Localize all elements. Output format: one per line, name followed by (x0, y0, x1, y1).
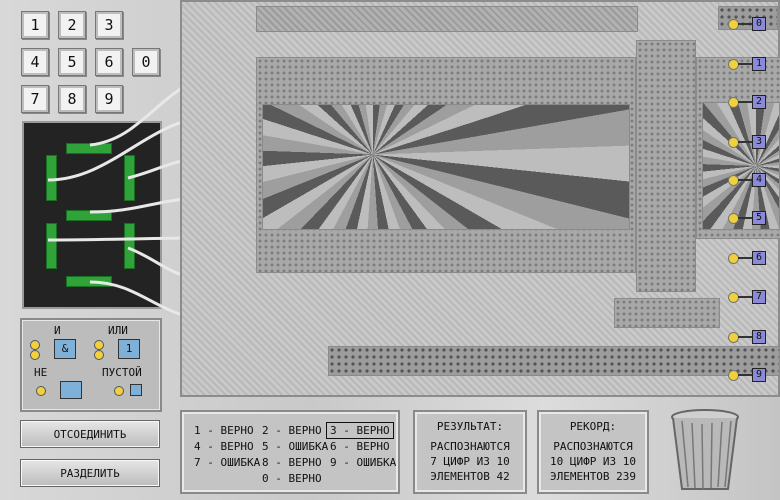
output-label: 1 (752, 57, 766, 71)
output-label: 3 (752, 135, 766, 149)
result-digit-2: 2 - ВЕРНО (262, 424, 322, 437)
record-title: РЕКОРД: (569, 420, 617, 433)
output-label: 8 (752, 330, 766, 344)
trash-bin-icon[interactable] (668, 407, 742, 495)
score-panel: РЕЗУЛЬТАТ: РАСПОЗНАЮТСЯ 7 ЦИФР ИЗ 10 ЭЛЕ… (413, 410, 527, 494)
split-button[interactable]: РАЗДЕЛИТЬ (20, 459, 160, 487)
record-line-1: РАСПОЗНАЮТСЯ (553, 440, 633, 453)
result-digit-8: 8 - ВЕРНО (262, 456, 322, 469)
result-digit-6: 6 - ВЕРНО (330, 440, 390, 453)
or-gate[interactable]: 1 (94, 338, 152, 360)
output-label: 5 (752, 211, 766, 225)
result-digit-3: 3 - ВЕРНО (326, 422, 394, 439)
record-line-2: 10 ЦИФР ИЗ 10 (549, 455, 637, 468)
output-label: 9 (752, 368, 766, 382)
or-gate-symbol: 1 (118, 339, 140, 359)
result-digit-9: 9 - ОШИБКА (330, 456, 397, 469)
output-label: 2 (752, 95, 766, 109)
empty-gate[interactable] (114, 380, 144, 400)
result-digit-7: 7 - ОШИБКА (194, 456, 261, 469)
record-panel: РЕКОРД: РАСПОЗНАЮТСЯ 10 ЦИФР ИЗ 10 ЭЛЕМЕ… (537, 410, 649, 494)
right-spiral-panel (702, 102, 780, 230)
score-line-2: 7 ЦИФР ИЗ 10 (430, 455, 510, 468)
board-top-strip (256, 6, 638, 32)
result-digit-1: 1 - ВЕРНО (194, 424, 254, 437)
empty-gate-label: ПУСТОЙ (102, 366, 142, 379)
circuit-board[interactable] (180, 0, 780, 397)
not-gate-label: НЕ (34, 366, 48, 379)
not-gate[interactable] (36, 380, 92, 400)
result-digit-4: 4 - ВЕРНО (194, 440, 254, 453)
score-line-3: ЭЛЕМЕНТОВ 42 (430, 470, 510, 483)
board-bus-foot (614, 298, 720, 328)
record-line-3: ЭЛЕМЕНТОВ 239 (549, 470, 637, 483)
output-label: 6 (752, 251, 766, 265)
result-digit-0: 0 - ВЕРНО (262, 472, 322, 485)
results-panel: 1 - ВЕРНО 2 - ВЕРНО 3 - ВЕРНО 4 - ВЕРНО … (180, 410, 400, 494)
output-label: 0 (752, 17, 766, 31)
board-vertical-bus (636, 40, 696, 292)
output-label: 7 (752, 290, 766, 304)
board-bottom-strip (328, 346, 780, 376)
output-label: 4 (752, 173, 766, 187)
spiral-image-panel (262, 104, 630, 230)
and-gate-symbol: & (54, 339, 76, 359)
board-right-top-strip (718, 6, 778, 30)
result-digit-5: 5 - ОШИБКА (262, 440, 329, 453)
disconnect-button[interactable]: ОТСОЕДИНИТЬ (20, 420, 160, 448)
score-line-1: РАСПОЗНАЮТСЯ (430, 440, 510, 453)
and-gate[interactable]: & (30, 338, 86, 360)
score-title: РЕЗУЛЬТАТ: (436, 420, 504, 433)
